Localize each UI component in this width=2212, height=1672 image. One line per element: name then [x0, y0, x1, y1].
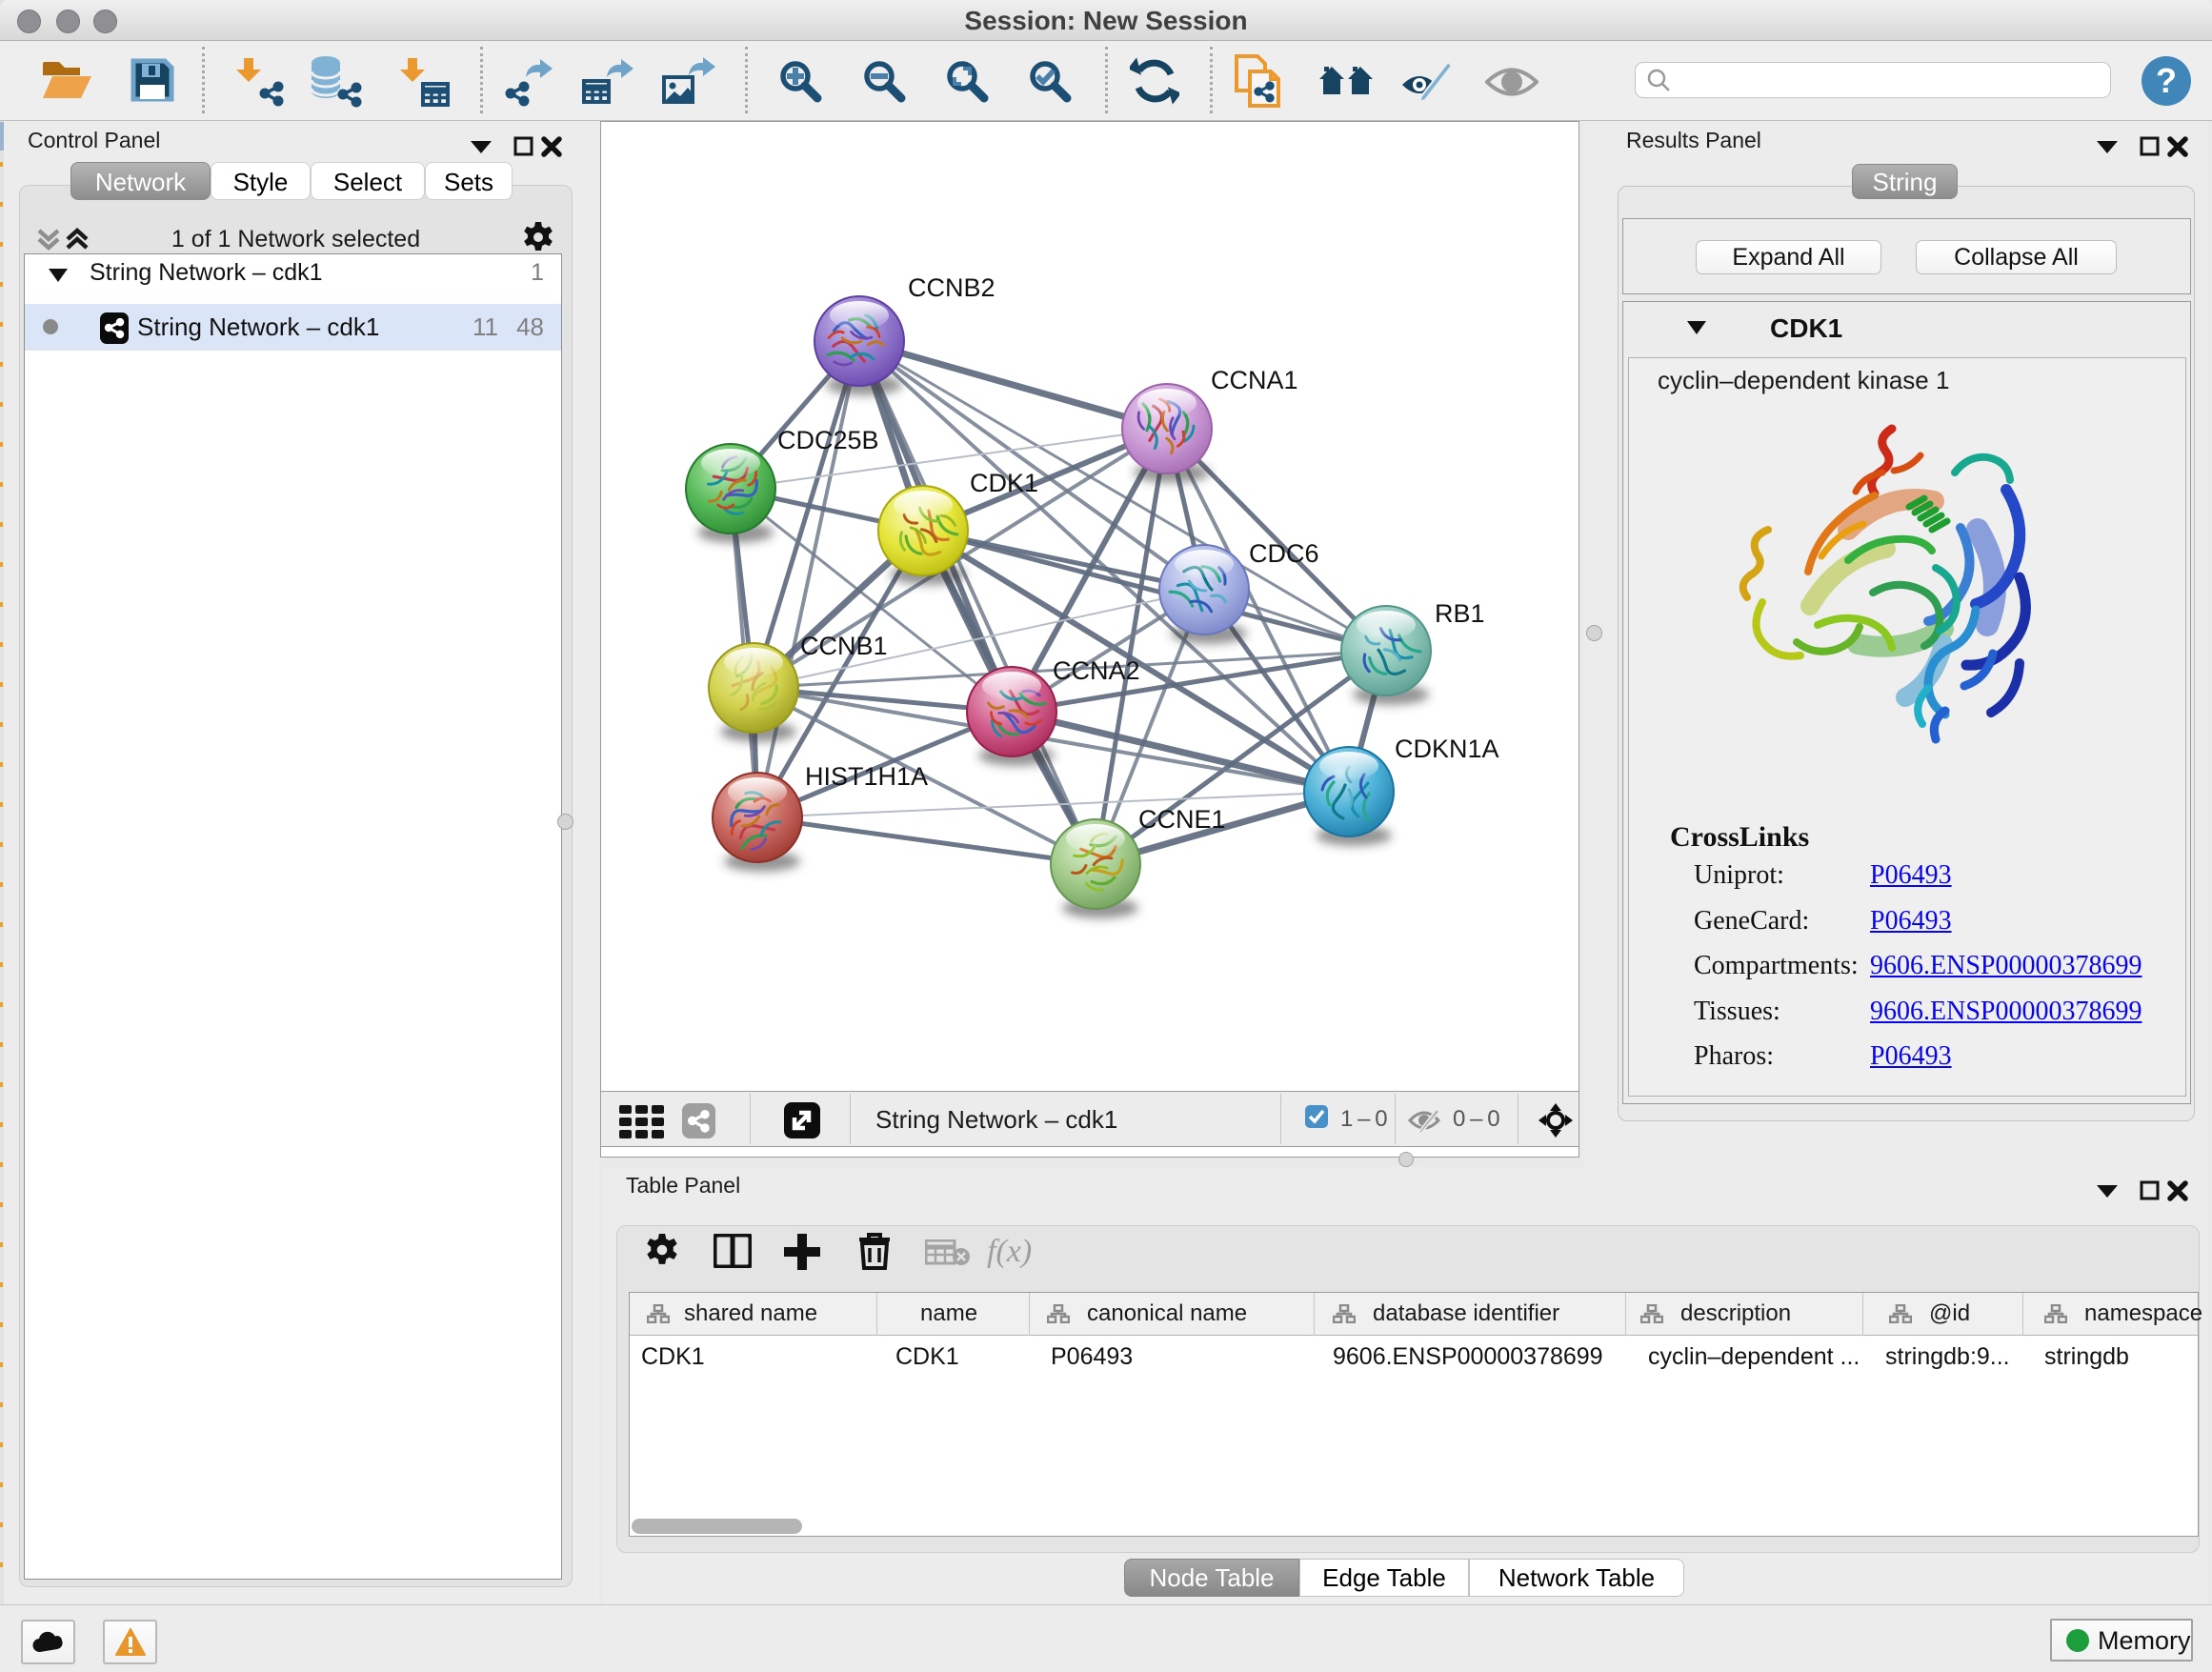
- svg-text:CDC6: CDC6: [1249, 539, 1319, 568]
- svg-text:HIST1H1A: HIST1H1A: [805, 762, 928, 791]
- svg-text:CDKN1A: CDKN1A: [1395, 735, 1499, 763]
- svg-text:CCNA1: CCNA1: [1211, 366, 1298, 394]
- svg-text:CCNA2: CCNA2: [1053, 656, 1140, 685]
- svg-text:CCNB2: CCNB2: [908, 273, 995, 302]
- svg-text:CCNE1: CCNE1: [1138, 805, 1226, 834]
- svg-text:RB1: RB1: [1435, 599, 1485, 628]
- svg-text:CDK1: CDK1: [970, 469, 1038, 497]
- svg-text:CCNB1: CCNB1: [800, 632, 888, 660]
- svg-text:CDC25B: CDC25B: [777, 426, 879, 454]
